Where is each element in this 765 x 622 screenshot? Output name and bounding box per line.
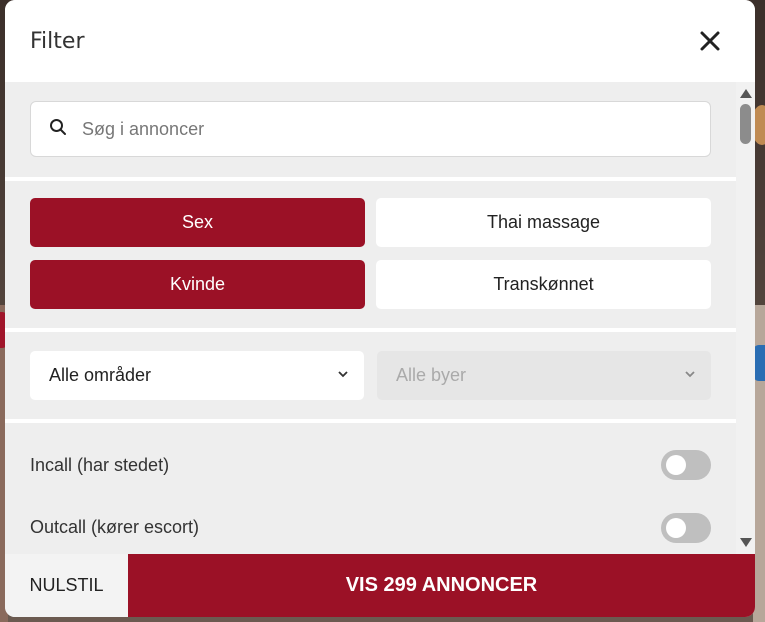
incall-label: Incall (har stedet) (30, 454, 170, 475)
modal-body: Sex Thai massage Kvinde Transkønnet Alle… (5, 82, 755, 554)
chevron-down-icon (336, 365, 350, 386)
chevron-down-icon (683, 365, 697, 386)
search-input[interactable] (82, 118, 692, 140)
show-results-button[interactable]: VIS 299 ANNONCER (128, 554, 755, 617)
scrollbar[interactable] (736, 82, 755, 554)
chip-sex[interactable]: Sex (30, 198, 365, 247)
modal-title: Filter (30, 28, 85, 54)
scroll-thumb[interactable] (740, 104, 751, 144)
category-section: Sex Thai massage Kvinde Transkønnet (5, 181, 736, 332)
region-select[interactable]: Alle områder (30, 351, 364, 400)
toggle-knob (666, 517, 686, 538)
chip-thai-massage[interactable]: Thai massage (376, 198, 711, 247)
toggle-knob (666, 455, 686, 475)
modal-footer: NULSTIL VIS 299 ANNONCER (5, 554, 755, 617)
switch-row-outcall: Outcall (kører escort) (30, 500, 711, 554)
filter-content: Sex Thai massage Kvinde Transkønnet Alle… (5, 82, 736, 554)
chip-transkonnet[interactable]: Transkønnet (376, 260, 711, 309)
location-section: Alle områder Alle byer (5, 332, 736, 423)
chip-kvinde[interactable]: Kvinde (30, 260, 365, 309)
outcall-label: Outcall (kører escort) (30, 517, 200, 537)
reset-button[interactable]: NULSTIL (5, 554, 128, 617)
scroll-down-arrow-icon[interactable] (740, 538, 752, 547)
search-section (5, 82, 736, 181)
incall-toggle[interactable] (661, 450, 711, 480)
outcall-toggle[interactable] (661, 512, 711, 543)
city-select: Alle byer (377, 351, 711, 400)
city-select-value: Alle byer (396, 365, 467, 385)
scroll-up-arrow-icon[interactable] (740, 89, 752, 98)
search-box[interactable] (30, 101, 711, 157)
search-icon (49, 118, 67, 140)
category-grid: Sex Thai massage Kvinde Transkønnet (30, 198, 711, 309)
filter-modal: Filter Sex Thai massage Kvinde Trans (5, 0, 755, 617)
close-icon[interactable] (699, 30, 721, 52)
switch-row-incall: Incall (har stedet) (30, 445, 711, 485)
region-select-value: Alle områder (49, 365, 152, 385)
service-section: Incall (har stedet) Outcall (kører escor… (5, 423, 736, 554)
modal-header: Filter (5, 0, 755, 82)
